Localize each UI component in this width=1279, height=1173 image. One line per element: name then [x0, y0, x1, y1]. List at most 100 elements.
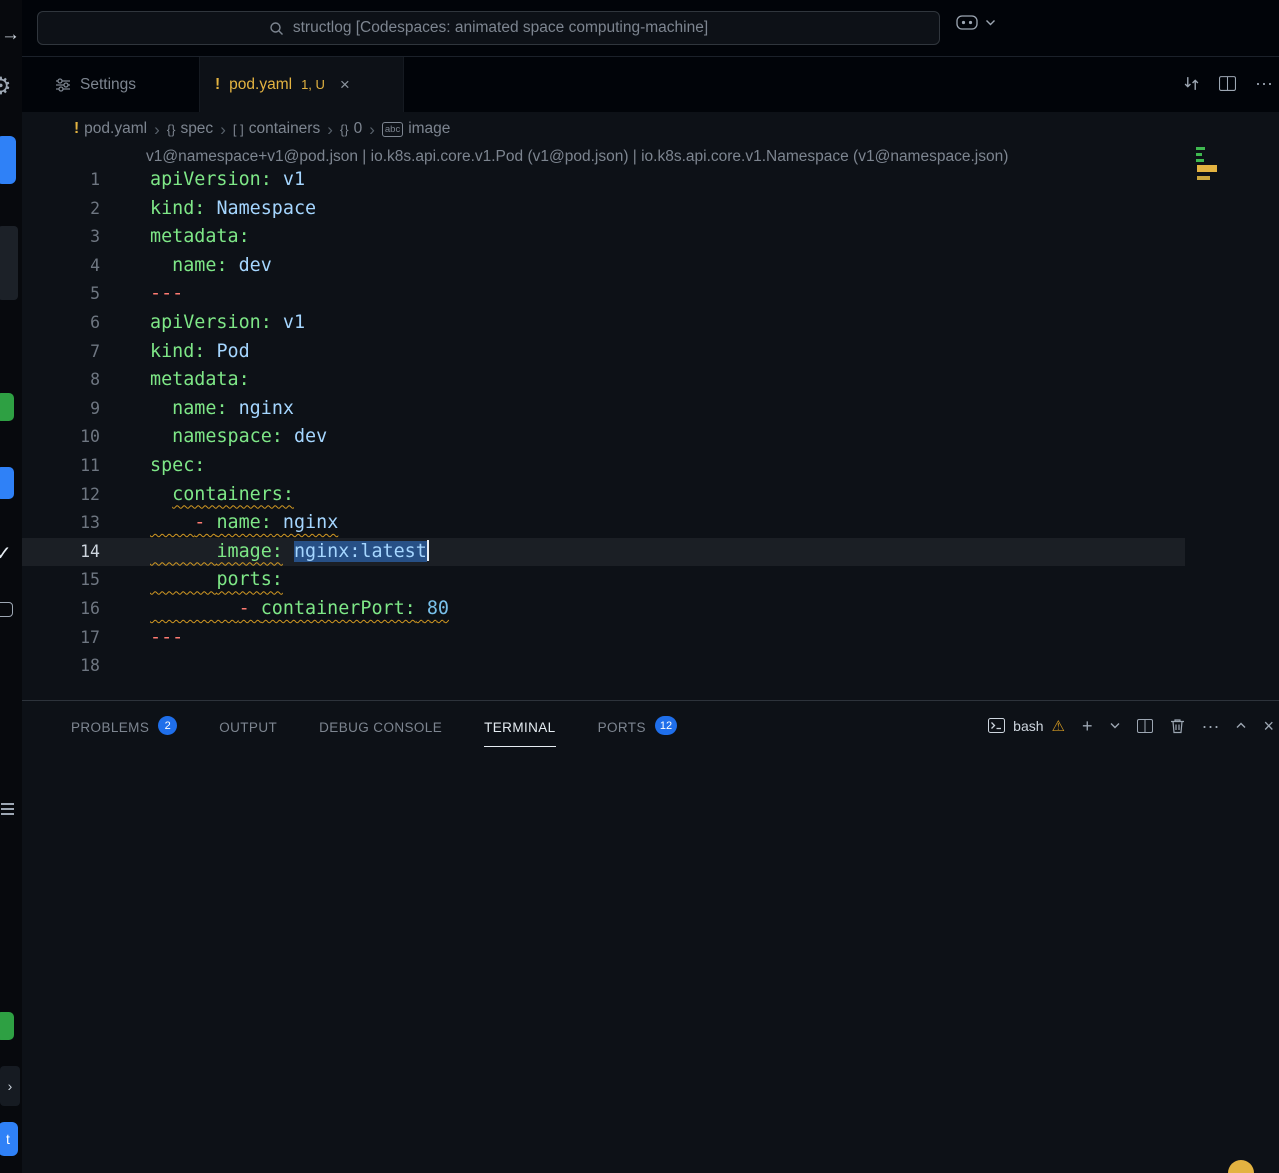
code-text: metadata:	[150, 366, 250, 395]
terminal-dropdown-icon[interactable]	[1110, 722, 1120, 729]
code-line-16[interactable]: 16 - containerPort: 80	[22, 595, 1185, 624]
code-text: ports:	[150, 566, 283, 595]
code-text: namespace: dev	[150, 423, 327, 452]
nav-forward-icon: →	[1, 24, 20, 46]
code-text: apiVersion: v1	[150, 309, 305, 338]
yaml-schema-line[interactable]: v1@namespace+v1@pod.json | io.k8s.api.co…	[146, 148, 1008, 166]
panel-tab-badge: 12	[655, 716, 677, 735]
code-line-13[interactable]: 13 - name: nginx	[22, 509, 1185, 538]
panel-more-icon[interactable]: ···	[1202, 717, 1220, 735]
dark-tile	[0, 226, 18, 300]
panel-tab-terminal[interactable]: TERMINAL	[484, 701, 555, 750]
code-token: ports:	[216, 569, 282, 590]
code-token: Namespace	[205, 198, 316, 219]
code-line-15[interactable]: 15 ports:	[22, 566, 1185, 595]
code-line-8[interactable]: 8 metadata:	[22, 366, 1185, 395]
code-text: containers:	[150, 481, 294, 510]
check-icon: ✓	[0, 541, 12, 566]
new-terminal-icon[interactable]: +	[1082, 717, 1093, 735]
split-terminal-icon[interactable]	[1137, 719, 1153, 733]
breadcrumb-separator: ›	[154, 121, 160, 138]
code-token: name:	[172, 398, 227, 419]
breadcrumb-item-spec[interactable]: {}spec	[167, 120, 213, 138]
kill-terminal-icon[interactable]	[1170, 718, 1185, 734]
code-token	[150, 426, 172, 447]
copilot-menu[interactable]	[956, 15, 996, 30]
terminal-icon	[988, 718, 1005, 733]
code-line-10[interactable]: 10 namespace: dev	[22, 423, 1185, 452]
breadcrumb-item-pod.yaml[interactable]: !pod.yaml	[74, 120, 147, 138]
line-number: 13	[22, 509, 100, 538]
code-line-7[interactable]: 7kind: Pod	[22, 338, 1185, 367]
breadcrumb-label: 0	[354, 120, 363, 138]
breadcrumb-item-0[interactable]: {}0	[340, 120, 362, 138]
code-token: apiVersion:	[150, 169, 272, 190]
code-text: image: nginx:latest	[150, 538, 429, 567]
tab-pod-yaml[interactable]: ! pod.yaml 1, U ×	[200, 57, 404, 112]
code-token: dev	[283, 426, 327, 447]
panel-tab-problems[interactable]: PROBLEMS2	[71, 701, 177, 750]
breadcrumb-separator: ›	[369, 121, 375, 138]
code-text: spec:	[150, 452, 205, 481]
code-line-5[interactable]: 5---	[22, 280, 1185, 309]
code-token: ---	[150, 627, 183, 648]
code-line-3[interactable]: 3metadata:	[22, 223, 1185, 252]
code-token: namespace:	[172, 426, 283, 447]
command-center-search[interactable]: structlog [Codespaces: animated space co…	[37, 11, 940, 45]
line-number: 10	[22, 423, 100, 452]
code-line-1[interactable]: 1apiVersion: v1	[22, 166, 1185, 195]
code-token	[283, 541, 294, 562]
tab-status-badge: 1, U	[301, 77, 325, 92]
terminal-session[interactable]: bash ⚠	[988, 717, 1065, 735]
code-line-12[interactable]: 12 containers:	[22, 481, 1185, 510]
abc-icon: abc	[382, 122, 403, 137]
panel-tab-label: TERMINAL	[484, 705, 555, 747]
tab-settings[interactable]: Settings	[40, 57, 200, 112]
code-line-18[interactable]: 18	[22, 652, 1185, 681]
braces-icon: {}	[167, 122, 176, 137]
code-text: name: dev	[150, 252, 272, 281]
code-token	[150, 569, 216, 590]
code-line-2[interactable]: 2kind: Namespace	[22, 195, 1185, 224]
tab-label: pod.yaml	[229, 76, 292, 94]
line-number: 8	[22, 366, 100, 395]
breadcrumb-separator: ›	[220, 121, 226, 138]
minimap-mark	[1196, 147, 1205, 150]
maximize-panel-icon[interactable]	[1236, 722, 1246, 729]
tab-label: Settings	[80, 76, 136, 94]
compare-changes-icon[interactable]	[1183, 75, 1200, 92]
code-line-11[interactable]: 11spec:	[22, 452, 1185, 481]
panel-tab-debug-console[interactable]: DEBUG CONSOLE	[319, 701, 442, 750]
close-icon[interactable]: ×	[340, 75, 350, 95]
blue-t-tile: t	[0, 1122, 18, 1156]
gear-icon: ⚙	[0, 72, 12, 101]
line-number: 3	[22, 223, 100, 252]
breadcrumb-item-containers[interactable]: [ ]containers	[233, 120, 320, 138]
code-line-14[interactable]: 14 image: nginx:latest	[22, 538, 1185, 567]
panel-tab-output[interactable]: OUTPUT	[219, 701, 277, 750]
code-token: v1	[272, 169, 305, 190]
line-number: 15	[22, 566, 100, 595]
code-text: - containerPort: 80	[150, 595, 449, 624]
code-token	[150, 541, 216, 562]
editor[interactable]: 1apiVersion: v12kind: Namespace3metadata…	[22, 166, 1185, 681]
code-line-17[interactable]: 17---	[22, 624, 1185, 653]
copilot-icon	[956, 15, 978, 30]
more-actions-icon[interactable]: ···	[1255, 74, 1273, 92]
breadcrumb-separator: ›	[327, 121, 333, 138]
green-tile-2	[0, 1012, 14, 1040]
breadcrumb-item-image[interactable]: abc image	[382, 120, 451, 138]
close-panel-icon[interactable]: ×	[1263, 717, 1274, 735]
code-line-9[interactable]: 9 name: nginx	[22, 395, 1185, 424]
code-token: nginx:latest	[294, 541, 427, 562]
panel-tab-ports[interactable]: PORTS12	[598, 701, 678, 750]
panel-tab-label: OUTPUT	[219, 705, 277, 747]
breadcrumb: !pod.yaml›{}spec›[ ]containers›{}0›abcim…	[74, 115, 450, 143]
code-line-4[interactable]: 4 name: dev	[22, 252, 1185, 281]
breadcrumb-label: image	[408, 120, 450, 138]
code-token: containerPort:	[261, 598, 416, 619]
split-editor-icon[interactable]	[1219, 76, 1236, 91]
green-tile	[0, 393, 14, 421]
line-number: 4	[22, 252, 100, 281]
code-line-6[interactable]: 6apiVersion: v1	[22, 309, 1185, 338]
